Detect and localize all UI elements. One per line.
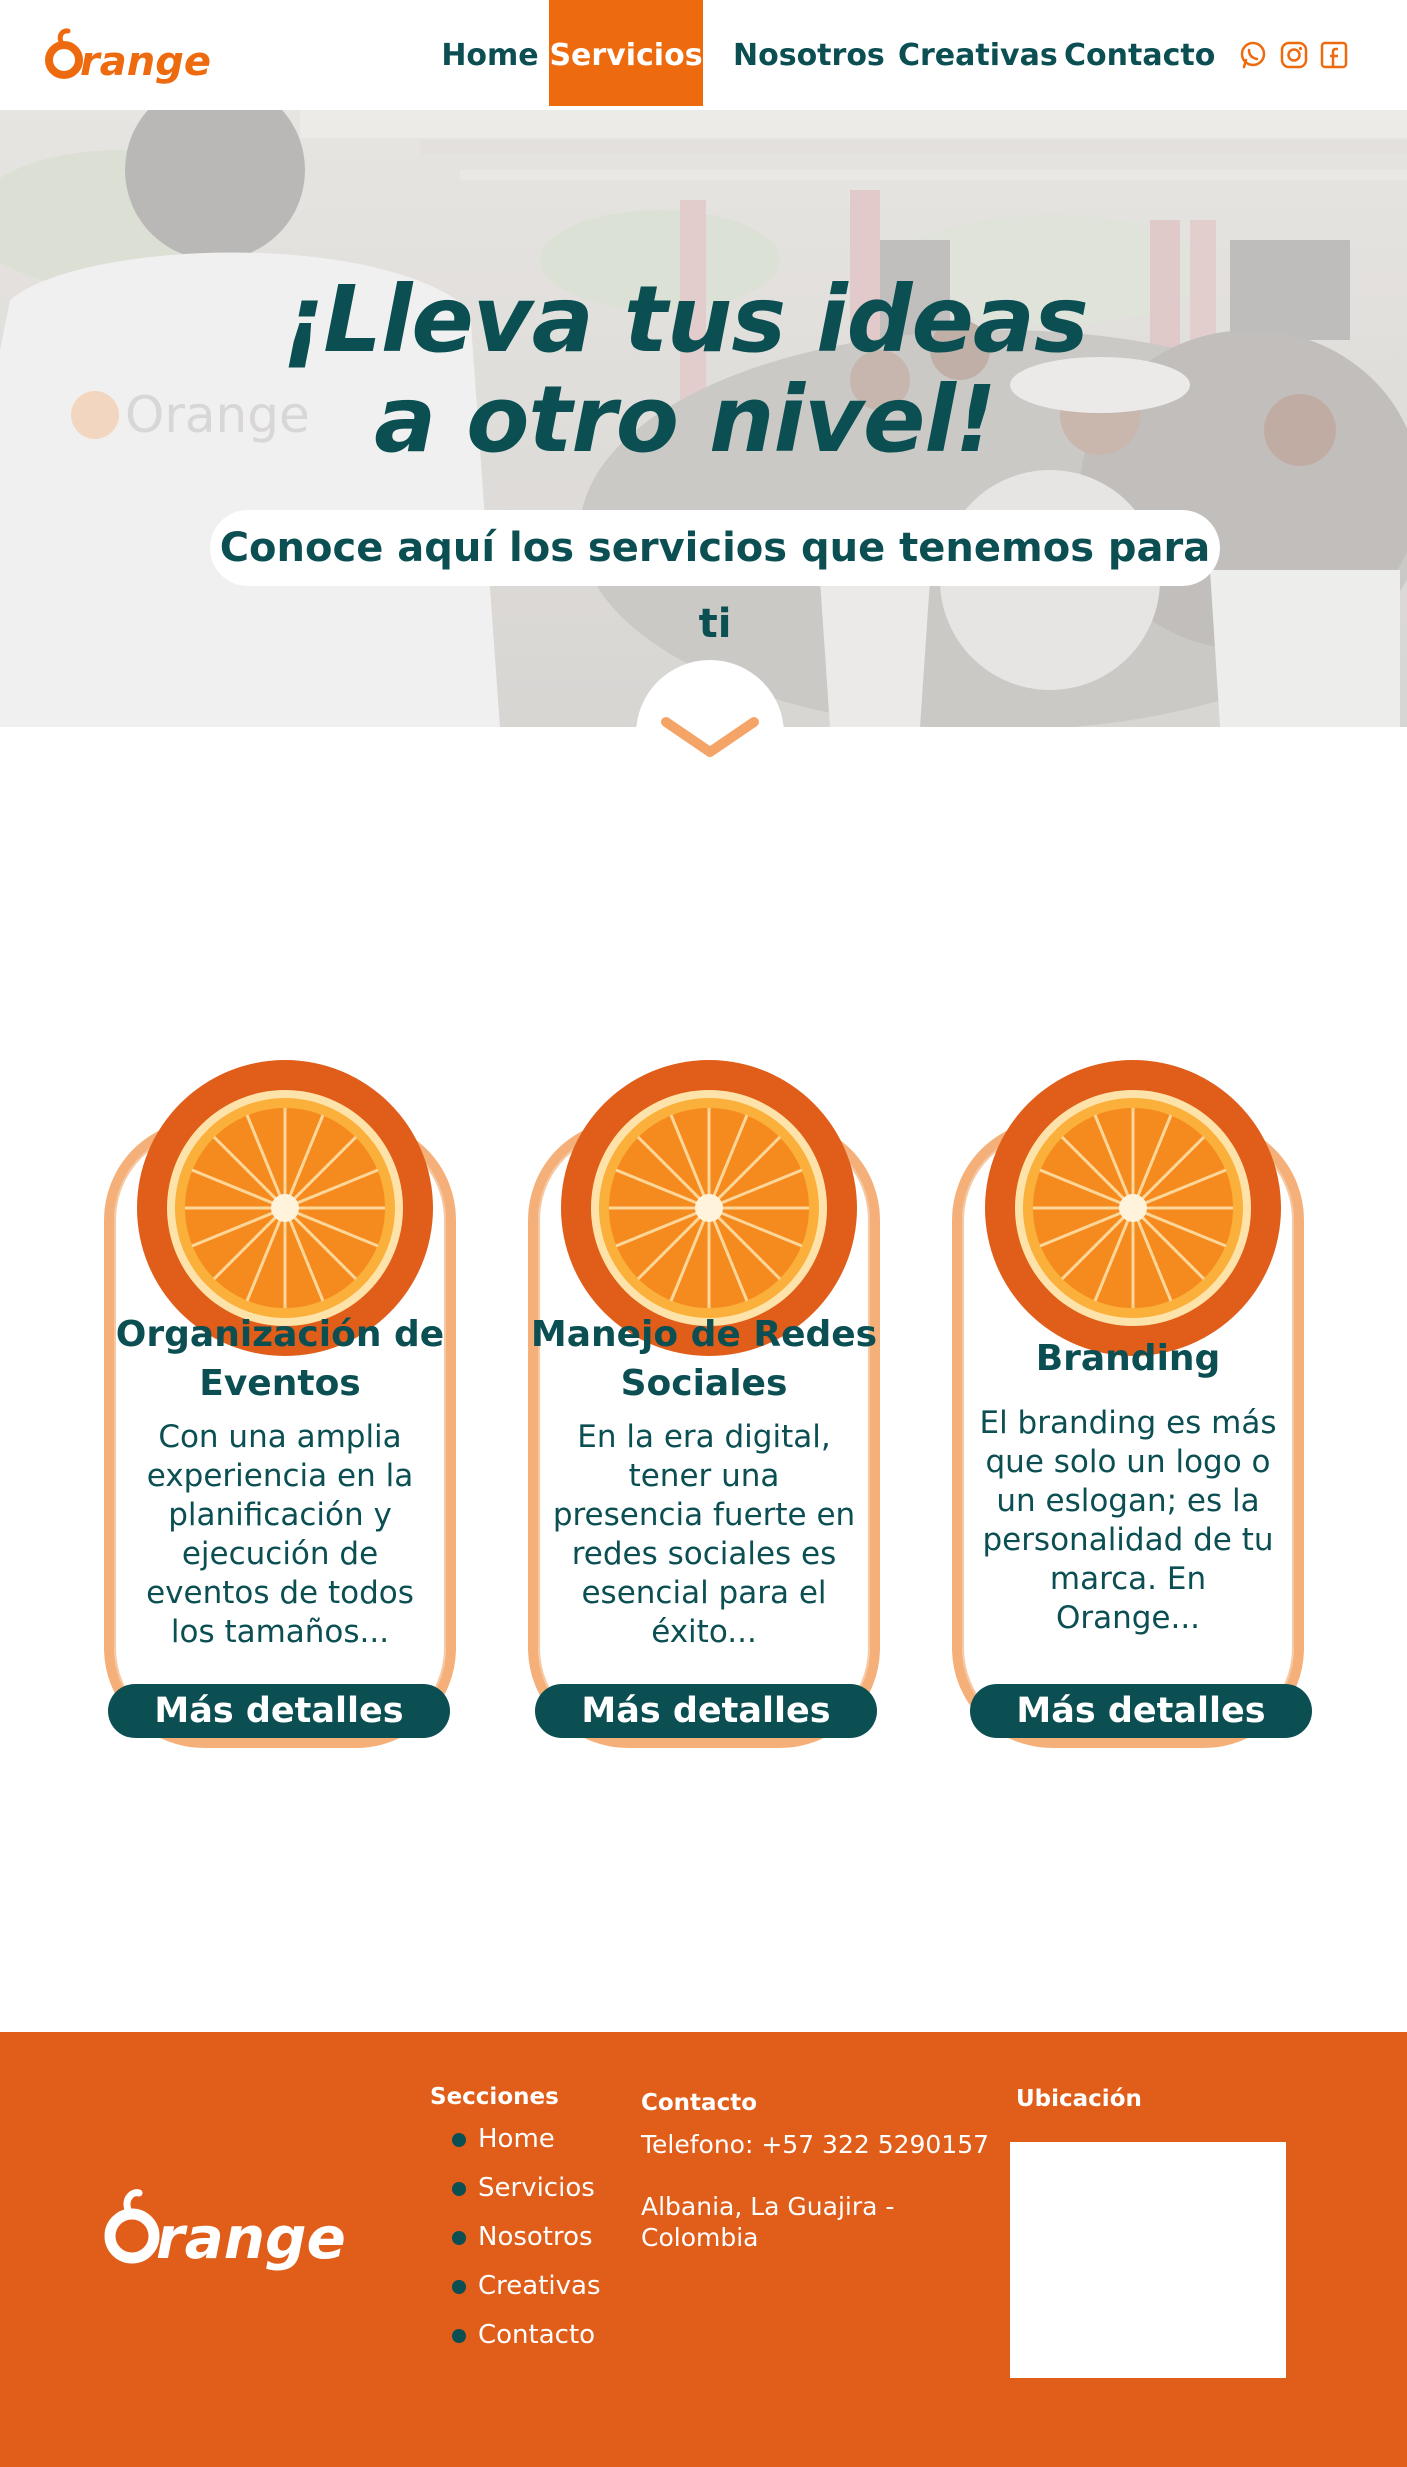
footer-link-label: Nosotros bbox=[478, 2222, 593, 2252]
footer-link-label: Servicios bbox=[478, 2173, 595, 2203]
nav-home[interactable]: Home bbox=[430, 0, 550, 106]
hero-title-line-1: ¡Lleva tus ideas bbox=[282, 266, 1089, 373]
orange-logo[interactable]: range bbox=[44, 18, 214, 90]
hero-title: ¡Lleva tus ideas a otro nivel! bbox=[0, 270, 1370, 470]
footer-link-creativas[interactable]: Creativas bbox=[452, 2271, 600, 2320]
service-details-button[interactable]: Más detalles bbox=[108, 1684, 450, 1738]
footer-link-label: Creativas bbox=[478, 2271, 601, 2301]
whatsapp-icon[interactable] bbox=[1238, 40, 1268, 70]
footer-link-servicios[interactable]: Servicios bbox=[452, 2173, 600, 2222]
nav-servicios[interactable]: Servicios bbox=[549, 0, 703, 106]
service-title: Manejo de Redes Sociales bbox=[530, 1314, 878, 1404]
service-description: El branding es más que solo un logo o un… bbox=[979, 1405, 1277, 1636]
site-header: range Home Servicios Nosotros Creativas … bbox=[0, 0, 1407, 110]
footer-link-home[interactable]: Home bbox=[452, 2124, 600, 2173]
footer-phone: Telefono: +57 322 5290157 bbox=[641, 2130, 990, 2159]
svg-text:range: range bbox=[80, 39, 211, 85]
hero-banner: Orange ¡Lleva tus ideas a otro nivel! Co… bbox=[0, 110, 1407, 727]
footer-address-line-2: Colombia bbox=[641, 2223, 759, 2252]
site-footer: range Secciones Home Servicios Nosotros … bbox=[0, 2032, 1407, 2467]
bullet-icon bbox=[452, 2329, 466, 2343]
svg-text:range: range bbox=[156, 2204, 346, 2272]
card-orange-circle bbox=[985, 1060, 1281, 1356]
nav-nosotros[interactable]: Nosotros bbox=[733, 0, 885, 106]
scroll-down-button[interactable] bbox=[636, 660, 784, 808]
footer-location-heading: Ubicación bbox=[1016, 2086, 1142, 2112]
bullet-icon bbox=[452, 2231, 466, 2245]
footer-orange-logo[interactable]: range bbox=[104, 2174, 356, 2278]
footer-sections-heading: Secciones bbox=[430, 2084, 559, 2110]
footer-contact-heading: Contacto bbox=[641, 2090, 757, 2116]
footer-sections-list: Home Servicios Nosotros Creativas Contac… bbox=[452, 2124, 600, 2369]
service-details-button[interactable]: Más detalles bbox=[970, 1684, 1312, 1738]
footer-link-contacto[interactable]: Contacto bbox=[452, 2320, 600, 2369]
location-map[interactable] bbox=[1010, 2142, 1286, 2378]
footer-link-label: Home bbox=[478, 2124, 555, 2154]
nav-creativas[interactable]: Creativas bbox=[898, 0, 1058, 106]
orange-slice-icon bbox=[1015, 1090, 1251, 1326]
hero-subtitle: Conoce aquí los servicios que tenemos pa… bbox=[210, 510, 1220, 647]
footer-link-nosotros[interactable]: Nosotros bbox=[452, 2222, 600, 2271]
service-details-button[interactable]: Más detalles bbox=[535, 1684, 877, 1738]
bullet-icon bbox=[452, 2280, 466, 2294]
service-title: Branding bbox=[1035, 1338, 1221, 1379]
footer-link-label: Contacto bbox=[478, 2320, 596, 2350]
footer-address-line-1: Albania, La Guajira - bbox=[641, 2192, 895, 2221]
nav-contacto[interactable]: Contacto bbox=[1064, 0, 1215, 106]
service-title: Organización de Eventos bbox=[115, 1314, 445, 1404]
bullet-icon bbox=[452, 2133, 466, 2147]
service-description: Con una amplia experiencia en la planifi… bbox=[146, 1419, 414, 1650]
service-description: En la era digital, tener una presencia f… bbox=[552, 1419, 856, 1650]
hero-title-line-2: a otro nivel! bbox=[374, 366, 997, 473]
instagram-icon[interactable] bbox=[1279, 40, 1309, 70]
chevron-down-icon bbox=[661, 717, 759, 757]
bullet-icon bbox=[452, 2182, 466, 2196]
facebook-icon[interactable] bbox=[1319, 40, 1349, 70]
